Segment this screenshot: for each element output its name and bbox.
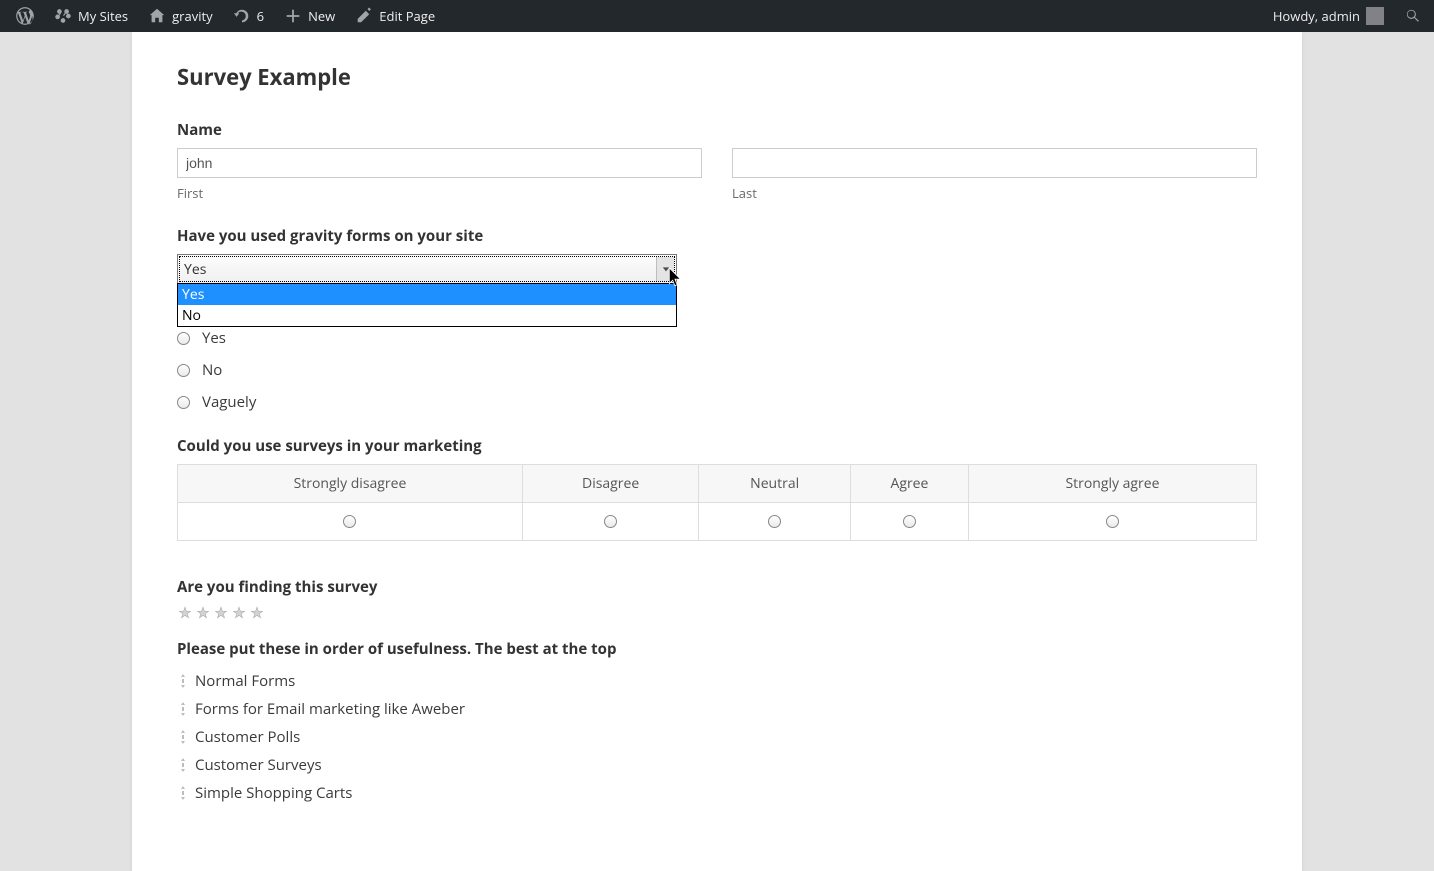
- sortable-item[interactable]: Simple Shopping Carts: [177, 779, 1257, 807]
- last-sublabel: Last: [732, 184, 1257, 202]
- sortable-item[interactable]: Forms for Email marketing like Aweber: [177, 695, 1257, 723]
- likert-col-3: Agree: [850, 465, 968, 503]
- likert-radio-1[interactable]: [604, 515, 617, 528]
- likert-field: Could you use surveys in your marketing …: [177, 436, 1257, 541]
- likert-radio-0[interactable]: [343, 515, 356, 528]
- wordpress-icon: [16, 7, 34, 25]
- sortable-item[interactable]: Customer Surveys: [177, 751, 1257, 779]
- likert-radio-2[interactable]: [768, 515, 781, 528]
- sortable-item-label: Forms for Email marketing like Aweber: [195, 699, 465, 719]
- plus-icon: [284, 7, 302, 25]
- sortable-field: Please put these in order of usefulness.…: [177, 639, 1257, 807]
- usage-select-value: Yes: [184, 260, 206, 279]
- sortable-item[interactable]: Customer Polls: [177, 723, 1257, 751]
- updates-link[interactable]: 6: [225, 0, 272, 32]
- star-rating: [177, 605, 1257, 621]
- wp-admin-bar: My Sites gravity 6 New Edit Page: [0, 0, 1434, 32]
- radio-no[interactable]: [177, 364, 190, 377]
- howdy-label: Howdy, admin: [1273, 7, 1360, 25]
- radio-no-label: No: [202, 360, 222, 380]
- drag-handle-icon: [177, 758, 189, 772]
- updates-count: 6: [257, 7, 264, 25]
- sortable-label: Please put these in order of usefulness.…: [177, 639, 1257, 659]
- sortable-item-label: Customer Polls: [195, 727, 300, 747]
- edit-page-label: Edit Page: [379, 7, 435, 25]
- search-icon: [1404, 7, 1422, 25]
- my-sites-label: My Sites: [78, 7, 128, 25]
- drag-handle-icon: [177, 702, 189, 716]
- page-title: Survey Example: [177, 62, 1257, 92]
- rating-field: Are you finding this survey: [177, 577, 1257, 621]
- likert-col-2: Neutral: [699, 465, 851, 503]
- edit-page-link[interactable]: Edit Page: [347, 0, 443, 32]
- account-link[interactable]: Howdy, admin: [1265, 0, 1392, 32]
- rating-label: Are you finding this survey: [177, 577, 1257, 597]
- name-label: Name: [177, 120, 1257, 140]
- usage-option-no[interactable]: No: [178, 305, 676, 326]
- drag-handle-icon: [177, 674, 189, 688]
- sortable-item[interactable]: Normal Forms: [177, 667, 1257, 695]
- page-content: Survey Example Name First Last Have you …: [132, 32, 1302, 871]
- search-toggle[interactable]: [1400, 0, 1426, 32]
- usage-label: Have you used gravity forms on your site: [177, 226, 1257, 246]
- usage-field: Have you used gravity forms on your site…: [177, 226, 1257, 284]
- likert-table: Strongly disagree Disagree Neutral Agree…: [177, 464, 1257, 541]
- usage-select[interactable]: Yes: [177, 254, 677, 284]
- radio-field: Yes No Vaguely: [177, 328, 1257, 412]
- radio-yes[interactable]: [177, 332, 190, 345]
- last-name-input[interactable]: [732, 148, 1257, 178]
- new-label: New: [308, 7, 335, 25]
- sortable-item-label: Simple Shopping Carts: [195, 783, 352, 803]
- star-5[interactable]: [249, 605, 265, 621]
- name-field: Name First Last: [177, 120, 1257, 202]
- chevron-down-icon: [656, 257, 674, 281]
- sortable-item-label: Customer Surveys: [195, 755, 322, 775]
- drag-handle-icon: [177, 730, 189, 744]
- likert-radio-4[interactable]: [1106, 515, 1119, 528]
- usage-select-dropdown: Yes No: [177, 283, 677, 327]
- site-name-link[interactable]: gravity: [140, 0, 221, 32]
- network-icon: [54, 7, 72, 25]
- my-sites-link[interactable]: My Sites: [46, 0, 136, 32]
- radio-vaguely-label: Vaguely: [202, 392, 256, 412]
- refresh-icon: [233, 7, 251, 25]
- star-2[interactable]: [195, 605, 211, 621]
- first-sublabel: First: [177, 184, 702, 202]
- radio-vaguely[interactable]: [177, 396, 190, 409]
- star-1[interactable]: [177, 605, 193, 621]
- likert-col-1: Disagree: [522, 465, 698, 503]
- pencil-icon: [355, 7, 373, 25]
- usage-option-yes[interactable]: Yes: [178, 284, 676, 305]
- likert-col-0: Strongly disagree: [178, 465, 523, 503]
- first-name-input[interactable]: [177, 148, 702, 178]
- sortable-item-label: Normal Forms: [195, 671, 295, 691]
- wp-logo[interactable]: [8, 0, 42, 32]
- drag-handle-icon: [177, 786, 189, 800]
- site-name-label: gravity: [172, 7, 213, 25]
- likert-label: Could you use surveys in your marketing: [177, 436, 1257, 456]
- new-content-link[interactable]: New: [276, 0, 343, 32]
- likert-radio-3[interactable]: [903, 515, 916, 528]
- avatar: [1366, 7, 1384, 25]
- star-3[interactable]: [213, 605, 229, 621]
- home-icon: [148, 7, 166, 25]
- radio-yes-label: Yes: [202, 328, 226, 348]
- likert-col-4: Strongly agree: [968, 465, 1256, 503]
- star-4[interactable]: [231, 605, 247, 621]
